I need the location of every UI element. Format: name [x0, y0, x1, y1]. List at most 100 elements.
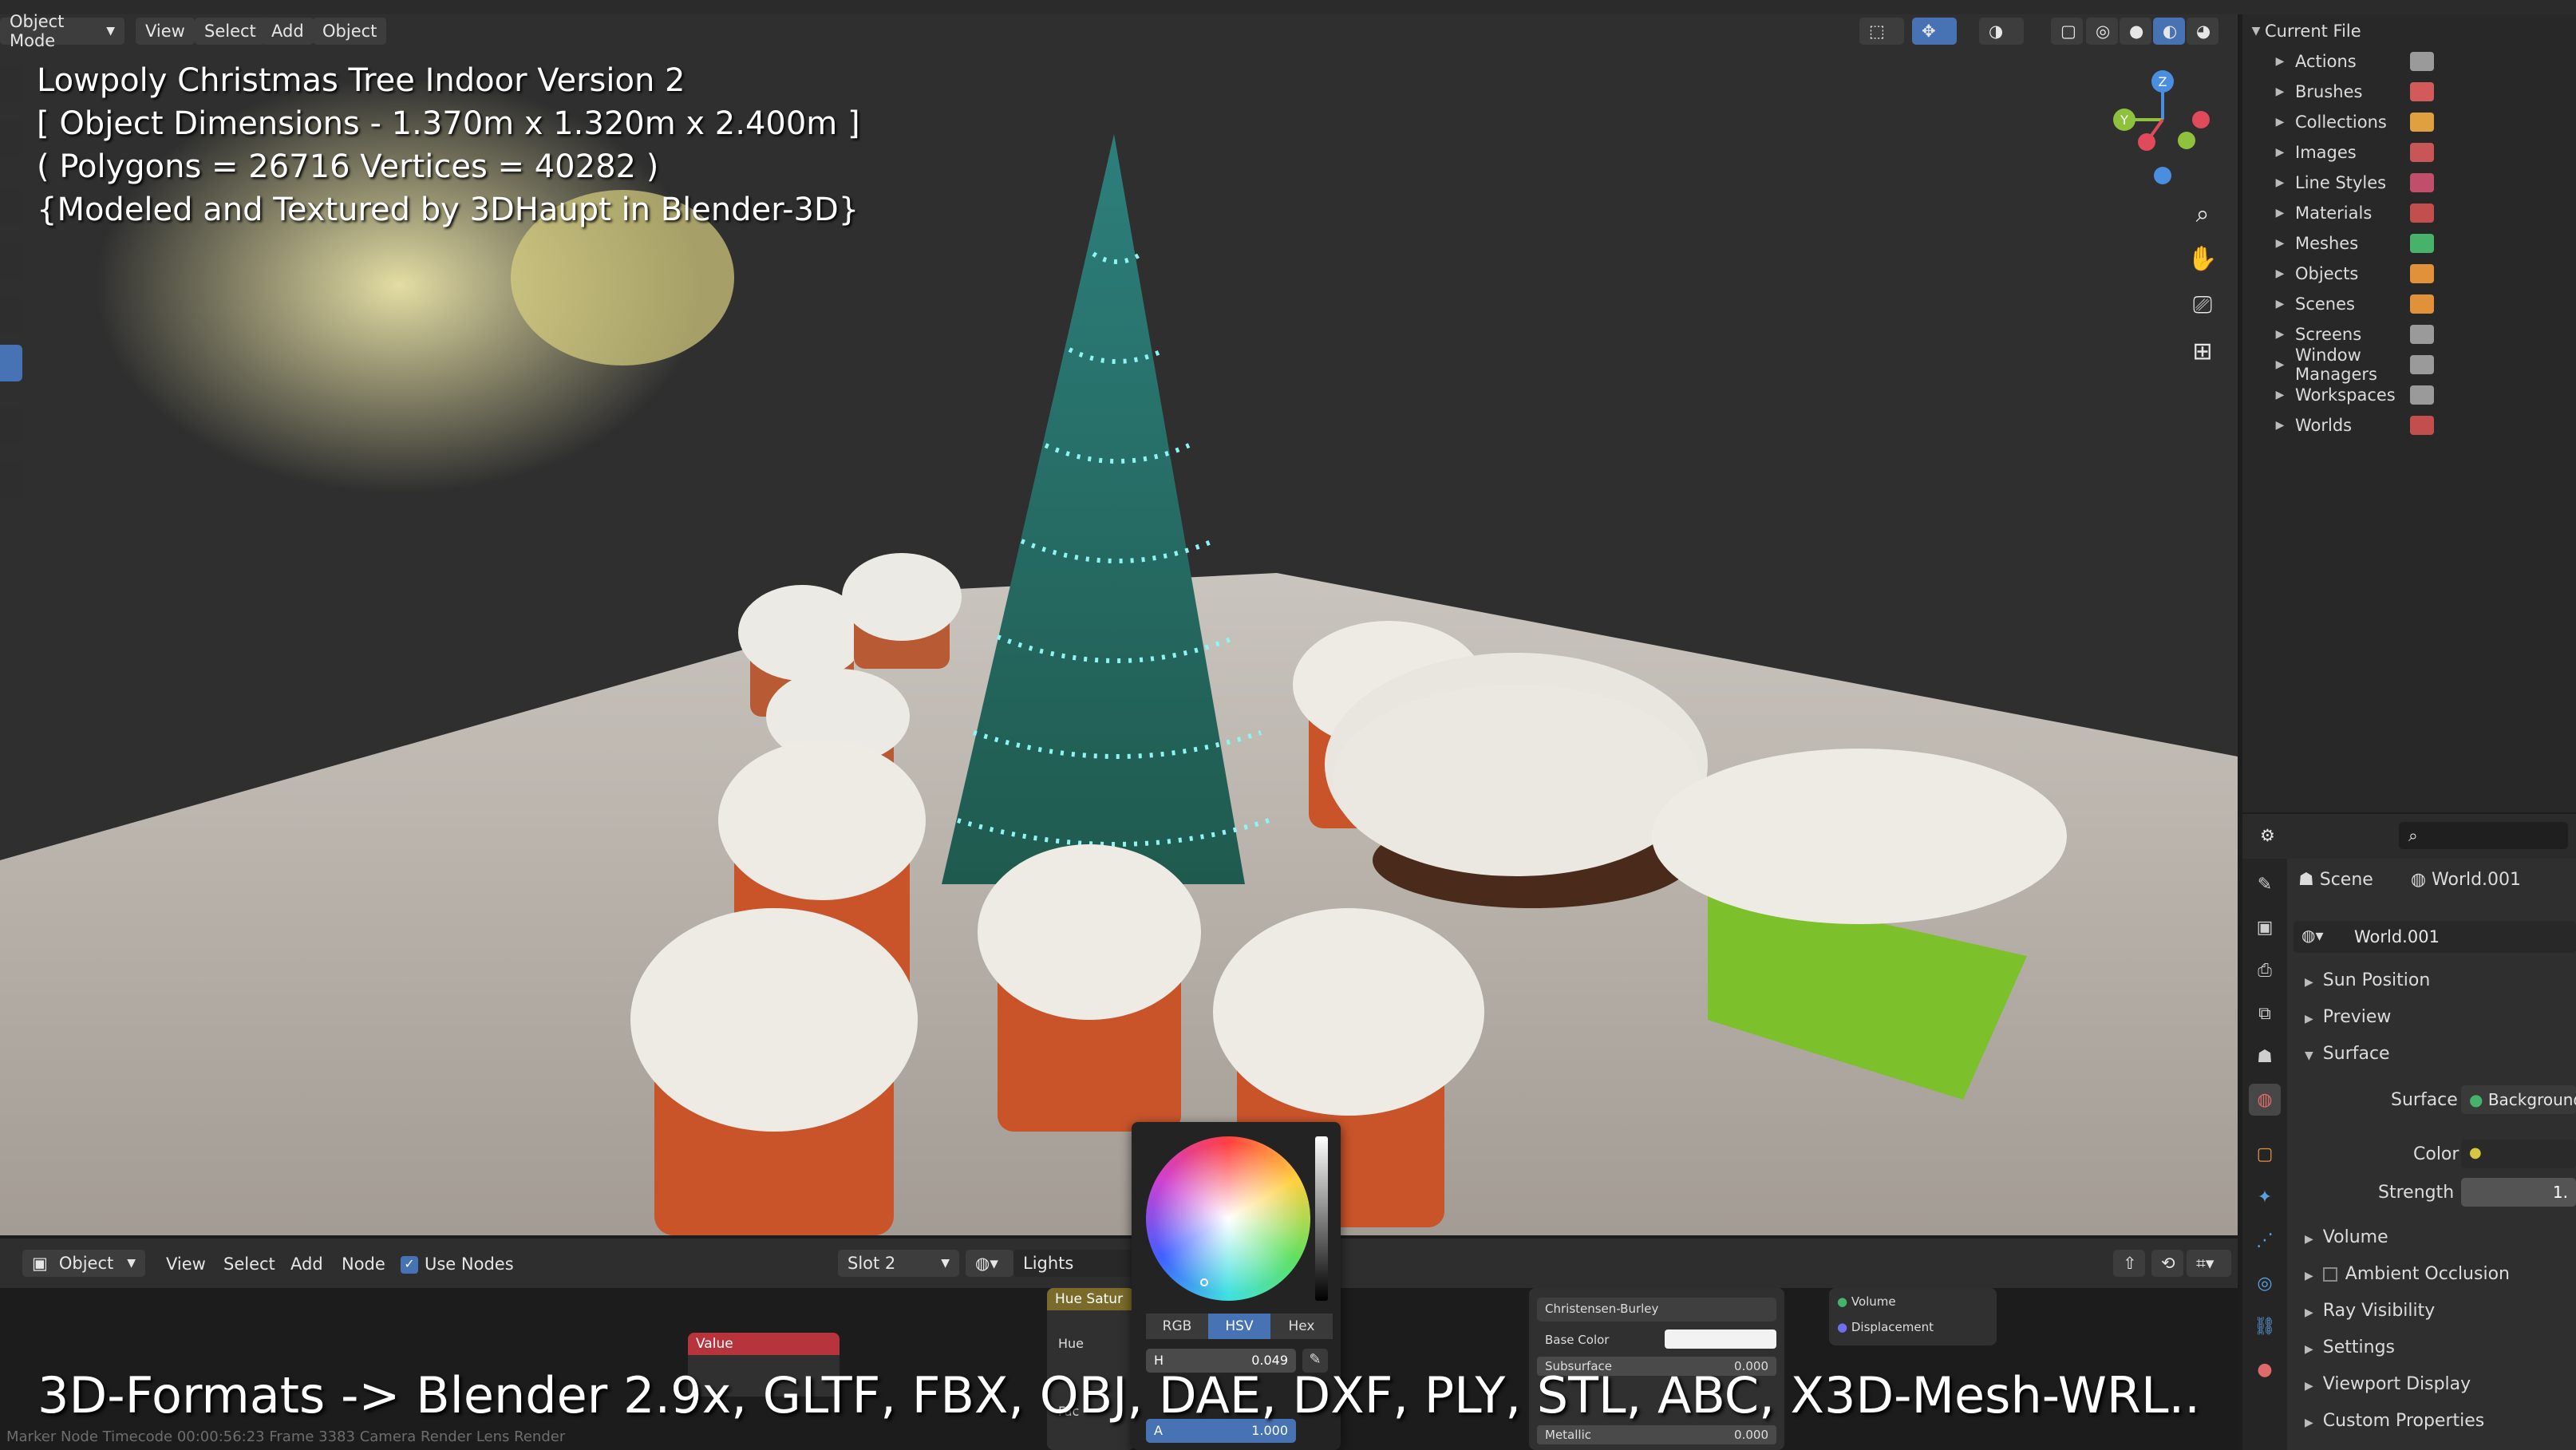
node-menu-add[interactable]: Add: [290, 1254, 323, 1274]
panel-preview[interactable]: ▶ Preview: [2305, 1007, 2391, 1027]
menu-view[interactable]: View: [136, 18, 195, 45]
modifier-tab-icon[interactable]: ✦: [2249, 1181, 2281, 1213]
panel-ambient-occlusion[interactable]: ▶ Ambient Occlusion: [2305, 1264, 2510, 1284]
distribution-dropdown[interactable]: Christensen-Burley: [1537, 1298, 1776, 1322]
panel-settings[interactable]: ▶ Settings: [2305, 1337, 2395, 1357]
expand-arrow-icon[interactable]: ▶: [2271, 176, 2289, 189]
zoom-icon[interactable]: ⌕: [2183, 195, 2222, 233]
scene-tab-icon[interactable]: ☗: [2249, 1041, 2281, 1073]
panel-surface[interactable]: ▼ Surface: [2305, 1044, 2390, 1064]
tweak-tool-icon[interactable]: [0, 65, 22, 102]
panel-ray-visibility[interactable]: ▶ Ray Visibility: [2305, 1301, 2435, 1321]
material-browse-icon[interactable]: ◍▾: [966, 1250, 1013, 1277]
output-tab-icon[interactable]: ⎙: [2249, 954, 2281, 986]
material-name-field[interactable]: Lights: [1013, 1250, 1133, 1277]
parent-node-icon[interactable]: ⇧: [2113, 1250, 2145, 1277]
panel-volume[interactable]: ▶ Volume: [2305, 1227, 2388, 1247]
expand-arrow-icon[interactable]: ▶: [2271, 358, 2289, 371]
expand-arrow-icon[interactable]: ▶: [2271, 237, 2289, 250]
color-wheel[interactable]: [1146, 1136, 1310, 1301]
breadcrumb-scene[interactable]: Scene: [2320, 870, 2373, 890]
picker-tab-hex[interactable]: Hex: [1270, 1314, 1333, 1339]
hue-field[interactable]: Hue: [1047, 1333, 1135, 1354]
node-menu-select[interactable]: Select: [223, 1254, 275, 1274]
view-layer-tab-icon[interactable]: ⧉: [2249, 998, 2281, 1029]
panel-custom-properties[interactable]: ▶ Custom Properties: [2305, 1411, 2484, 1431]
gizmo-toggle-icon[interactable]: ✥: [1912, 18, 1957, 45]
outliner-item[interactable]: ▶ Brushes: [2242, 77, 2576, 107]
menu-select[interactable]: Select: [195, 18, 266, 45]
expand-arrow-icon[interactable]: ▶: [2271, 85, 2289, 98]
slot-dropdown[interactable]: Slot 2 ▼: [838, 1250, 959, 1277]
color-wheel-cursor[interactable]: [1200, 1278, 1208, 1286]
rendered-shading-icon[interactable]: ◕: [2187, 18, 2218, 45]
expand-arrow-icon[interactable]: ▶: [2271, 328, 2289, 341]
mode-dropdown[interactable]: Object Mode ▼: [0, 12, 124, 50]
snap-icon[interactable]: ⟲: [2151, 1250, 2183, 1277]
expand-arrow-icon[interactable]: ▶: [2271, 207, 2289, 219]
output-volume[interactable]: ● Volume: [1837, 1294, 1896, 1309]
outliner-item[interactable]: ▶ Screens: [2242, 319, 2576, 350]
node-menu-node[interactable]: Node: [342, 1254, 385, 1274]
use-nodes-checkbox[interactable]: ✓: [401, 1256, 418, 1274]
expand-arrow-icon[interactable]: ▶: [2271, 116, 2289, 128]
xray-icon[interactable]: ▢: [2051, 18, 2083, 45]
menu-object[interactable]: Object: [313, 18, 387, 45]
material-tab-icon[interactable]: ●: [2249, 1353, 2281, 1385]
expand-arrow-icon[interactable]: ▶: [2271, 419, 2289, 432]
material-output-node[interactable]: ● Volume ● Displacement: [1829, 1288, 1997, 1345]
strength-field[interactable]: 1.: [2461, 1178, 2576, 1207]
expand-arrow-icon[interactable]: ▶: [2271, 298, 2289, 310]
perspective-grid-icon[interactable]: ⊞: [2183, 332, 2222, 370]
editor-type-icon[interactable]: ⚙: [2250, 822, 2294, 849]
outliner-panel[interactable]: ▼ Current File ▶ Actions ▶ Brushes ▶ Collecti…: [2242, 14, 2576, 812]
measure-tool-icon[interactable]: [0, 461, 22, 498]
outliner-item[interactable]: ▶ Worlds: [2242, 410, 2576, 441]
world-tab-icon[interactable]: ◍: [2249, 1084, 2281, 1116]
menu-add[interactable]: Add: [262, 18, 314, 45]
breadcrumb-world[interactable]: World.001: [2432, 870, 2521, 890]
wireframe-shading-icon[interactable]: ◎: [2086, 18, 2118, 45]
expand-arrow-icon[interactable]: ▶: [2271, 146, 2289, 159]
material-shading-icon[interactable]: ◐: [2153, 18, 2185, 45]
outliner-root[interactable]: ▼ Current File: [2242, 16, 2576, 46]
snap-mode-icon[interactable]: ⌗▾: [2187, 1250, 2231, 1277]
outliner-item[interactable]: ▶ Meshes: [2242, 228, 2576, 259]
navigation-gizmo[interactable]: Z Y: [2107, 64, 2218, 192]
output-displacement[interactable]: ● Displacement: [1837, 1320, 1934, 1334]
scale-tool-icon[interactable]: [0, 297, 22, 334]
particles-tab-icon[interactable]: ⋰: [2249, 1224, 2281, 1256]
solid-shading-icon[interactable]: ●: [2120, 18, 2151, 45]
selectability-icon[interactable]: ⬚: [1859, 18, 1904, 45]
cursor-tool-icon[interactable]: [0, 120, 22, 156]
world-browse-icon[interactable]: ◍▾: [2301, 926, 2324, 945]
outliner-item[interactable]: ▶ Objects: [2242, 259, 2576, 289]
move-tool-icon[interactable]: [0, 188, 22, 225]
render-tab-icon[interactable]: ▣: [2249, 911, 2281, 943]
transform-tool-icon[interactable]: [0, 345, 22, 381]
outliner-item[interactable]: ▶ Collections: [2242, 107, 2576, 137]
surface-shader-field[interactable]: ● Background: [2461, 1085, 2576, 1114]
expand-arrow-icon[interactable]: ▶: [2271, 267, 2289, 280]
annotate-tool-icon[interactable]: [0, 407, 22, 444]
panel-viewport-display[interactable]: ▶ Viewport Display: [2305, 1374, 2471, 1394]
picker-tab-hsv[interactable]: HSV: [1208, 1314, 1270, 1339]
world-selector[interactable]: ◍▾ World.001: [2294, 921, 2576, 953]
picker-tab-rgb[interactable]: RGB: [1146, 1314, 1208, 1339]
pan-hand-icon[interactable]: ✋: [2183, 239, 2222, 278]
color-field[interactable]: ●: [2461, 1140, 2576, 1168]
value-slider[interactable]: [1315, 1136, 1328, 1301]
outliner-item[interactable]: ▶ Materials: [2242, 198, 2576, 228]
outliner-item[interactable]: ▶ Images: [2242, 137, 2576, 168]
rotate-tool-icon[interactable]: [0, 243, 22, 279]
outliner-item[interactable]: ▶ Workspaces: [2242, 380, 2576, 410]
panel-sun-position[interactable]: ▶ Sun Position: [2305, 970, 2430, 990]
tool-tab-icon[interactable]: ✎: [2249, 868, 2281, 900]
physics-tab-icon[interactable]: ◎: [2249, 1267, 2281, 1299]
world-name-field[interactable]: World.001: [2354, 927, 2440, 946]
shader-type-dropdown[interactable]: ▣ Object ▼: [22, 1250, 145, 1277]
outliner-item[interactable]: ▶ Line Styles: [2242, 168, 2576, 198]
base-color-swatch[interactable]: [1665, 1329, 1776, 1349]
object-tab-icon[interactable]: ▢: [2249, 1138, 2281, 1170]
camera-view-icon[interactable]: ⎚: [2183, 286, 2222, 324]
